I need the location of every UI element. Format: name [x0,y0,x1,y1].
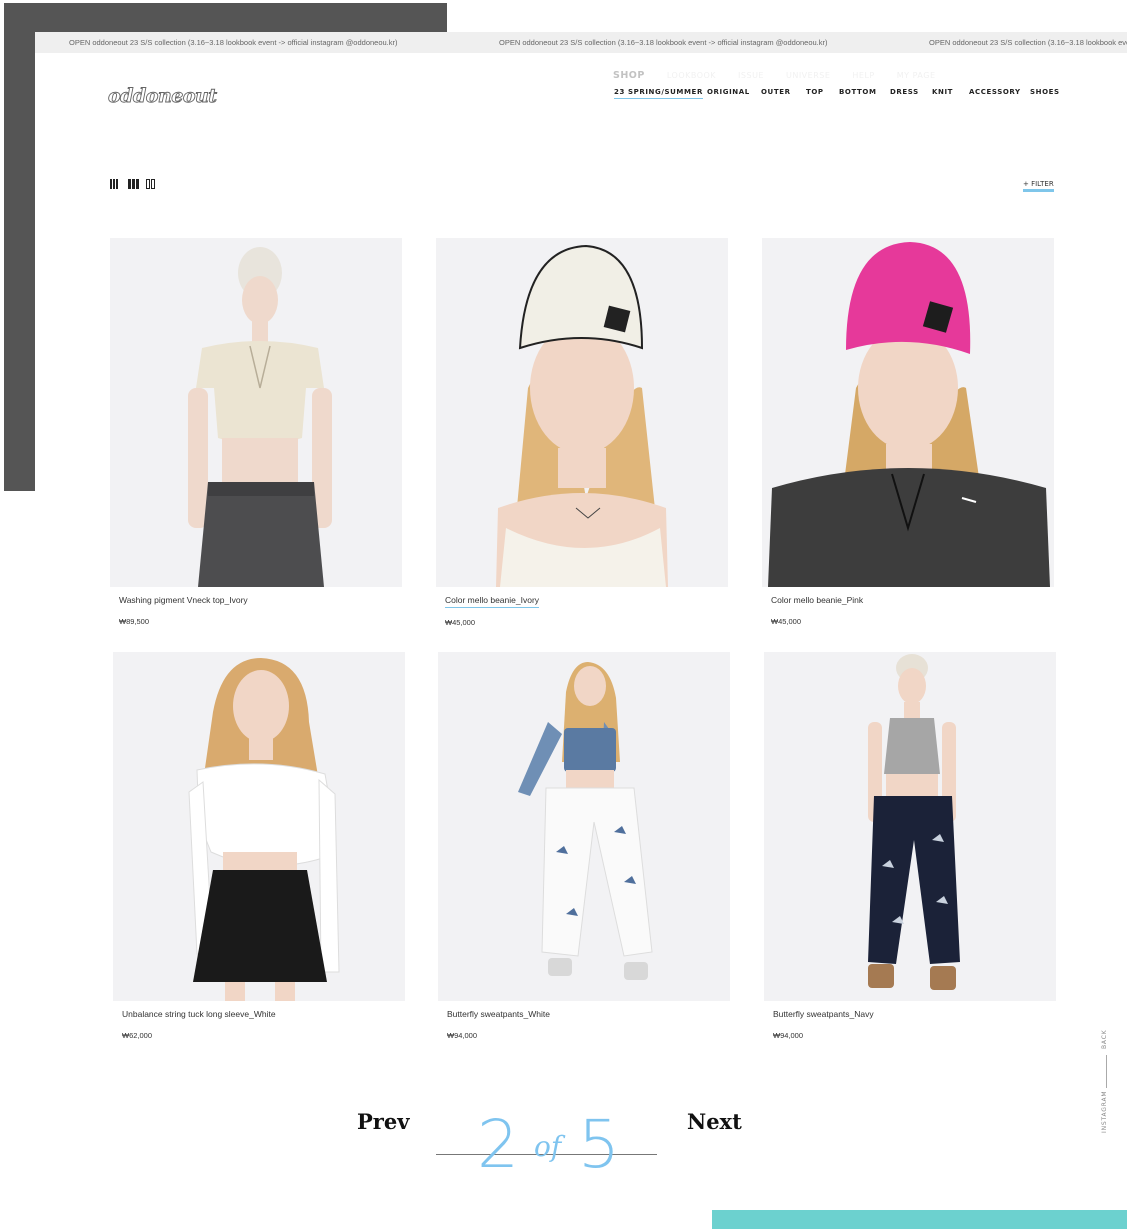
product-name[interactable]: Washing pigment Vneck top_Ivory [119,595,248,605]
product-name[interactable]: Color mello beanie_Ivory [445,595,540,608]
product-image[interactable] [110,238,402,587]
product-card[interactable]: Washing pigment Vneck top_Ivory ₩89,500 [110,238,402,626]
product-image[interactable] [762,238,1054,587]
primary-nav: SHOP LOOKBOOK ISSUE UNIVERSE HELP MY PAG… [613,70,936,81]
instagram-link[interactable]: INSTAGRAM [1101,1091,1108,1133]
announcement-text[interactable]: OPEN oddoneout 23 S/S collection (3.16~3… [499,38,828,47]
prev-page-button[interactable]: Prev [357,1109,409,1134]
category-accessory[interactable]: ACCESSORY [969,88,1021,96]
current-page-number: 2 [477,1106,519,1183]
category-23-spring-summer[interactable]: 23 SPRING/SUMMER [614,88,703,99]
model-beanie-ivory [436,238,728,587]
announcement-bar[interactable]: OPEN oddoneout 23 S/S collection (3.16~3… [35,32,1127,53]
nav-universe[interactable]: UNIVERSE [786,71,830,80]
shop-page: OPEN oddoneout 23 S/S collection (3.16~3… [35,32,1127,1202]
model-long-sleeve-white [113,652,405,1001]
filter-button[interactable]: + FILTER [1023,180,1054,192]
product-card[interactable]: Butterfly sweatpants_Navy ₩94,000 [764,652,1056,1040]
nav-my-page[interactable]: MY PAGE [897,71,936,80]
category-dress[interactable]: DRESS [890,88,919,96]
product-price: ₩45,000 [445,618,476,627]
model-beanie-pink [762,238,1054,587]
product-name[interactable]: Unbalance string tuck long sleeve_White [122,1009,276,1019]
product-name[interactable]: Butterfly sweatpants_Navy [773,1009,874,1019]
side-links: BACK INSTAGRAM [1101,1029,1121,1139]
product-price: ₩45,000 [771,617,802,626]
nav-help[interactable]: HELP [852,71,874,80]
product-card[interactable]: Unbalance string tuck long sleeve_White … [113,652,405,1040]
product-price: ₩94,000 [447,1031,478,1040]
next-page-button[interactable]: Next [687,1109,742,1134]
product-price: ₩62,000 [122,1031,153,1040]
grid-4-view-icon[interactable] [128,179,139,189]
product-name[interactable]: Color mello beanie_Pink [771,595,863,605]
product-name[interactable]: Butterfly sweatpants_White [447,1009,550,1019]
nav-shop[interactable]: SHOP [613,70,645,81]
product-price: ₩94,000 [773,1031,804,1040]
back-link[interactable]: BACK [1101,1030,1108,1049]
announcement-text[interactable]: OPEN oddoneout 23 S/S collection (3.16~3… [69,38,398,47]
side-divider [1106,1055,1107,1088]
product-image[interactable] [113,652,405,1001]
category-bottom[interactable]: BOTTOM [839,88,877,96]
background-teal-block [712,1210,1127,1229]
nav-lookbook[interactable]: LOOKBOOK [667,71,716,80]
product-price: ₩89,500 [119,617,150,626]
total-pages-number: 5 [578,1106,620,1183]
grid-2-view-icon[interactable] [146,179,155,189]
model-crop-top-ivory [110,238,402,587]
category-original[interactable]: ORIGINAL [707,88,750,96]
product-card[interactable]: Color mello beanie_Pink ₩45,000 [762,238,1054,626]
category-outer[interactable]: OUTER [761,88,791,96]
category-top[interactable]: TOP [806,88,824,96]
brand-logo[interactable]: oddoneout [108,85,218,108]
grid-3-view-icon[interactable] [110,179,118,189]
model-sweatpants-navy [764,652,1056,1001]
announcement-text[interactable]: OPEN oddoneout 23 S/S collection (3.16~3… [929,38,1127,47]
category-shoes[interactable]: SHOES [1030,88,1060,96]
product-image[interactable] [436,238,728,587]
model-sweatpants-white [438,652,730,1001]
pagination-of-text: of [534,1130,562,1163]
product-image[interactable] [438,652,730,1001]
product-card[interactable]: Butterfly sweatpants_White ₩94,000 [438,652,730,1040]
product-card[interactable]: Color mello beanie_Ivory ₩45,000 [436,238,728,627]
product-image[interactable] [764,652,1056,1001]
category-knit[interactable]: KNIT [932,88,953,96]
nav-issue[interactable]: ISSUE [738,71,764,80]
